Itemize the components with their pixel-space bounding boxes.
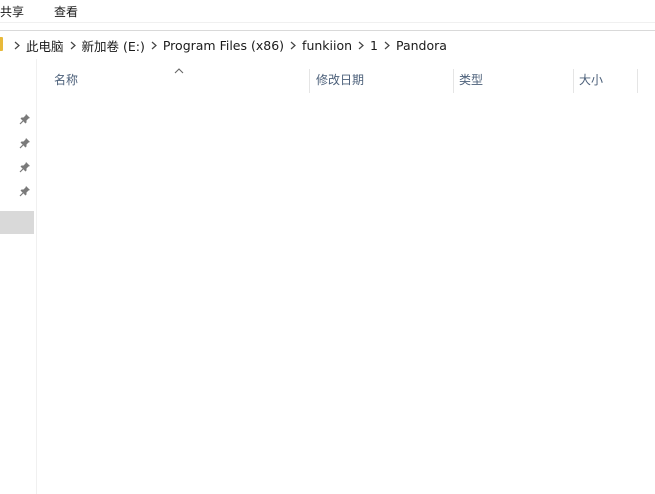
column-header-size[interactable]: 大小 [579,72,603,92]
navigation-pane[interactable] [0,59,37,494]
column-headers: 名称 修改日期 类型 大小 [37,59,655,95]
file-explorer-window: 共享 查看 此电脑 新加卷 (E:) Program Files (x86) f… [0,0,655,494]
chevron-right-icon[interactable] [286,39,300,52]
tab-share[interactable]: 共享 [0,3,24,20]
column-divider[interactable] [573,69,574,93]
column-divider[interactable] [637,69,638,93]
breadcrumb-pandora[interactable]: Pandora [394,38,449,53]
chevron-right-icon[interactable] [66,39,80,52]
chevron-right-icon[interactable] [10,39,24,52]
breadcrumb-this-pc[interactable]: 此电脑 [24,36,66,55]
breadcrumb-funkiion[interactable]: funkiion [300,38,354,53]
column-header-name[interactable]: 名称 [54,72,78,92]
column-divider[interactable] [309,69,310,93]
column-divider[interactable] [453,69,454,93]
breadcrumb-volume-e[interactable]: 新加卷 (E:) [80,36,147,55]
pin-icon[interactable] [19,161,31,173]
pin-icon[interactable] [19,137,31,149]
ribbon-tabs: 共享 查看 [0,0,655,23]
chevron-right-icon[interactable] [380,39,394,52]
tab-view[interactable]: 查看 [54,3,78,20]
breadcrumb-program-files-x86[interactable]: Program Files (x86) [161,38,286,53]
chevron-right-icon[interactable] [354,39,368,52]
file-list[interactable] [37,95,655,494]
pin-icon[interactable] [19,185,31,197]
pin-icon[interactable] [19,113,31,125]
breadcrumb-1[interactable]: 1 [368,38,380,53]
chevron-right-icon[interactable] [147,39,161,52]
nav-selected-item[interactable] [0,211,34,234]
address-bar[interactable]: 此电脑 新加卷 (E:) Program Files (x86) funkiio… [0,30,655,60]
column-header-date-modified[interactable]: 修改日期 [316,72,364,92]
sort-ascending-icon [174,63,184,74]
breadcrumb: 此电脑 新加卷 (E:) Program Files (x86) funkiio… [10,36,449,54]
column-header-type[interactable]: 类型 [459,72,483,92]
folder-icon [0,37,3,51]
